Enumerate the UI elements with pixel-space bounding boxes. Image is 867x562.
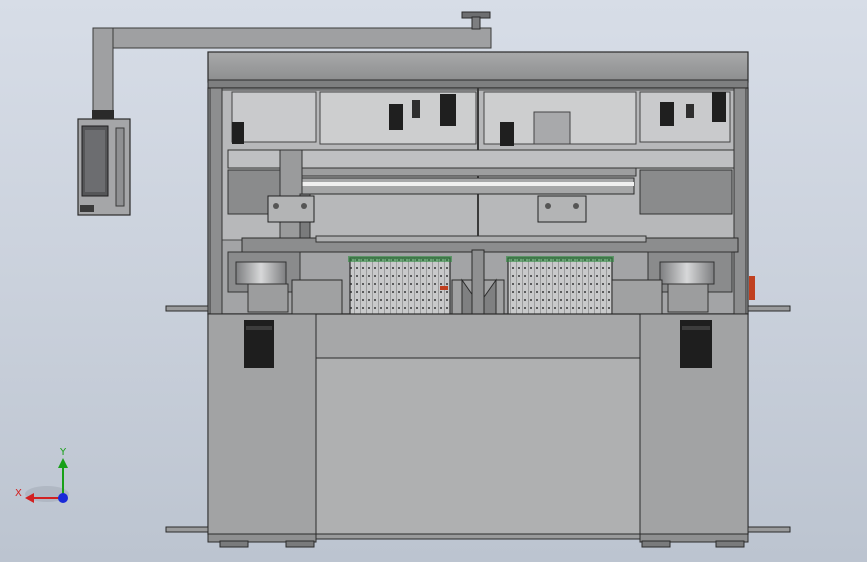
orientation-triad: Y X (15, 447, 69, 503)
base-cabinet (207, 313, 749, 535)
hmi-panel[interactable] (77, 118, 131, 216)
cross-beam (241, 235, 739, 253)
motor-right-base (680, 320, 712, 368)
carriage-right[interactable] (537, 195, 587, 223)
cad-viewport[interactable]: Y X (0, 0, 867, 562)
y-axis-label: Y (59, 447, 67, 458)
carriage-left[interactable] (267, 195, 315, 223)
motor-left-base (244, 320, 274, 368)
machine-feet (207, 533, 749, 548)
z-axis-dot (58, 493, 68, 503)
y-axis-arrow (58, 458, 68, 468)
x-axis-label: X (15, 488, 22, 499)
roof-plate (207, 51, 749, 89)
